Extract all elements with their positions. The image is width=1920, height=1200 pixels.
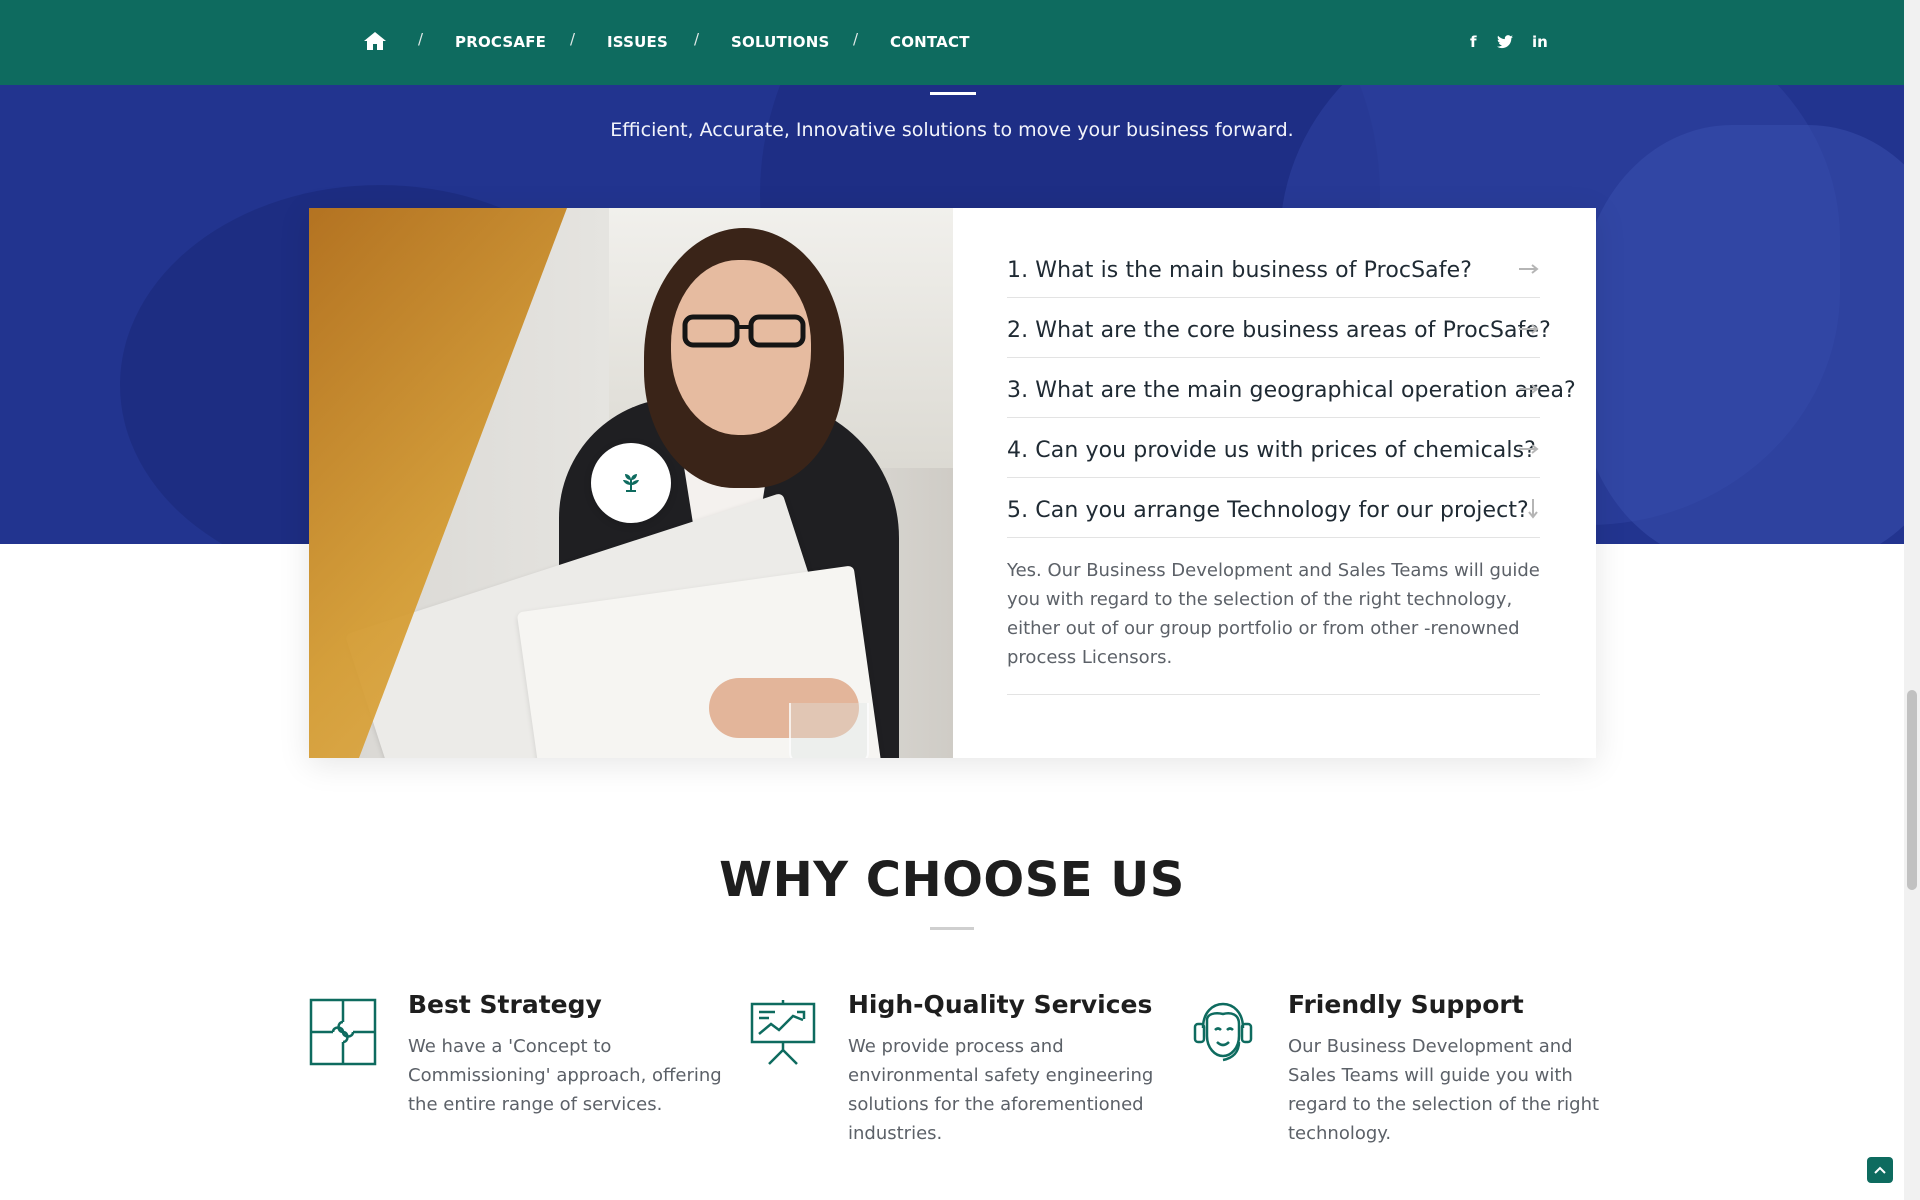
faq-item[interactable]: 4. Can you provide us with prices of che… [1007, 418, 1540, 478]
section-title-underline [930, 927, 974, 930]
faq-item[interactable]: 2. What are the core business areas of P… [1007, 298, 1551, 358]
chevron-up-icon [1874, 1166, 1886, 1174]
faq-item-open[interactable]: 5. Can you arrange Technology for our pr… [1007, 478, 1540, 538]
twitter-icon[interactable] [1497, 35, 1513, 49]
arrow-right-icon[interactable] [1518, 382, 1540, 396]
nav-link-procsafe[interactable]: PROCSAFE [455, 33, 546, 51]
hero-background-shape [1580, 125, 1904, 544]
nav-link-issues[interactable]: ISSUES [607, 33, 668, 51]
facebook-icon[interactable]: f [1470, 33, 1477, 51]
faq-question[interactable]: 4. Can you provide us with prices of che… [1007, 438, 1536, 463]
presentation-chart-icon [750, 1000, 816, 1065]
arrow-right-icon[interactable] [1518, 442, 1540, 456]
feature-title: Friendly Support [1288, 990, 1524, 1019]
scrollbar-track[interactable] [1904, 0, 1920, 1200]
faq-question[interactable]: 5. Can you arrange Technology for our pr… [1007, 498, 1529, 523]
arrow-down-icon[interactable] [1526, 498, 1540, 520]
linkedin-icon[interactable]: in [1532, 33, 1548, 51]
feature-title: Best Strategy [408, 990, 602, 1019]
feature-title: High-Quality Services [848, 990, 1153, 1019]
hero-tagline: Efficient, Accurate, Innovative solution… [610, 119, 1294, 141]
faq-item[interactable]: 1. What is the main business of ProcSafe… [1007, 238, 1540, 298]
section-title: WHY CHOOSE US [719, 852, 1185, 908]
nav-separator: / [418, 30, 424, 48]
faq-accordion: 1. What is the main business of ProcSafe… [1007, 238, 1576, 695]
leaf-logo-icon [623, 474, 639, 492]
arrow-right-icon[interactable] [1518, 322, 1540, 336]
top-navigation: / PROCSAFE / ISSUES / SOLUTIONS / CONTAC… [0, 0, 1904, 85]
back-to-top-button[interactable] [1867, 1157, 1893, 1183]
nav-link-contact[interactable]: CONTACT [890, 33, 970, 51]
photo-glasses [682, 314, 806, 348]
businesswoman-photo [309, 208, 953, 758]
faq-question[interactable]: 3. What are the main geographical operat… [1007, 378, 1576, 403]
feature-description: We provide process and environmental saf… [848, 1036, 1154, 1144]
arrow-right-icon[interactable] [1518, 262, 1540, 276]
faq-question[interactable]: 2. What are the core business areas of P… [1007, 318, 1551, 343]
faq-item[interactable]: 3. What are the main geographical operat… [1007, 358, 1576, 418]
nav-separator: / [853, 30, 859, 48]
puzzle-icon [309, 998, 377, 1066]
faq-card: 1. What is the main business of ProcSafe… [309, 208, 1596, 758]
scrollbar-thumb[interactable] [1907, 690, 1917, 890]
support-headset-icon [1193, 1002, 1253, 1062]
home-icon[interactable] [363, 30, 387, 52]
photo-water-glass [789, 703, 869, 758]
feature-description: We have a 'Concept to Commissioning' app… [408, 1036, 722, 1115]
feature-description: Our Business Development and Sales Teams… [1288, 1036, 1600, 1144]
faq-question[interactable]: 1. What is the main business of ProcSafe… [1007, 258, 1472, 283]
brand-badge [591, 443, 671, 523]
hero-title-underline [930, 92, 976, 95]
nav-separator: / [570, 30, 576, 48]
faq-answer: Yes. Our Business Development and Sales … [1007, 538, 1540, 695]
nav-separator: / [694, 30, 700, 48]
nav-link-solutions[interactable]: SOLUTIONS [731, 33, 829, 51]
